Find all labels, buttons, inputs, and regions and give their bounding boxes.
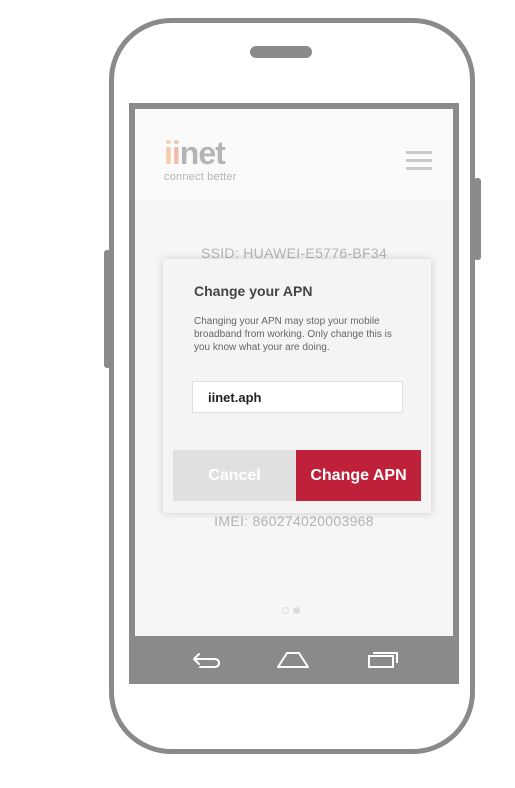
app-view: iinet connect better SSID: HUAWEI-E5776-… xyxy=(135,109,453,636)
change-apn-dialog: Change your APN Changing your APN may st… xyxy=(163,259,431,513)
phone-speaker xyxy=(250,46,312,58)
cancel-button[interactable]: Cancel xyxy=(173,450,296,501)
change-apn-button[interactable]: Change APN xyxy=(296,450,421,501)
home-icon[interactable] xyxy=(276,650,310,670)
power-button xyxy=(474,178,481,260)
recent-apps-icon[interactable] xyxy=(366,650,400,670)
apn-input[interactable] xyxy=(192,381,403,413)
back-icon[interactable] xyxy=(190,650,222,670)
dialog-title: Change your APN xyxy=(194,283,313,299)
android-nav-bar xyxy=(135,642,453,678)
phone-screen: iinet connect better SSID: HUAWEI-E5776-… xyxy=(129,103,459,684)
volume-button xyxy=(104,250,111,368)
dialog-message: Changing your APN may stop your mobile b… xyxy=(194,316,392,353)
